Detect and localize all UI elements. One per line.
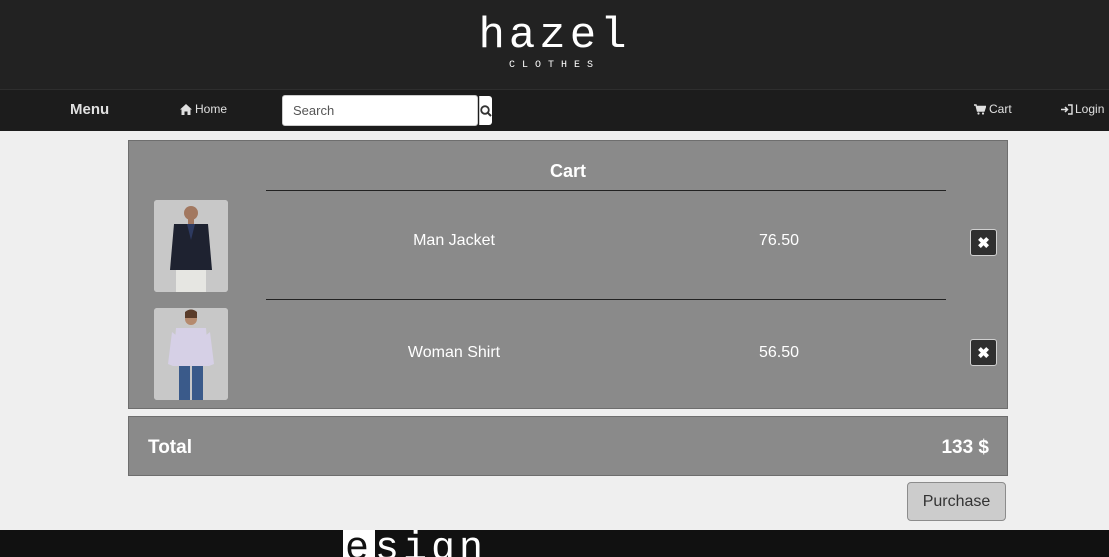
search-button[interactable]: [479, 96, 492, 125]
brand-name: hazel: [478, 11, 631, 61]
footer-brand: e sign: [343, 530, 487, 557]
total-panel: Total 133 $: [128, 416, 1008, 476]
total-label: Total: [148, 437, 192, 458]
search-icon: [480, 104, 492, 117]
login-icon: [1061, 103, 1073, 115]
cart-title: Cart: [549, 161, 586, 181]
home-link[interactable]: Home: [180, 102, 227, 116]
purchase-button[interactable]: Purchase: [907, 482, 1006, 521]
cart-item-price: 76.50: [758, 232, 800, 249]
navbar: Menu Home Cart Login: [0, 89, 1109, 131]
cart-item-name: Woman Shirt: [407, 344, 501, 361]
footer-brand-rest: sign: [375, 530, 488, 557]
cart-divider: [266, 190, 946, 191]
jacket-photo-icon: [154, 200, 228, 292]
brand-subtitle: CLOTHES: [508, 60, 600, 71]
login-label: Login: [1075, 102, 1105, 116]
close-icon: ✖: [977, 344, 990, 362]
cart-item-name: Man Jacket: [413, 232, 495, 249]
cart-panel: Cart Man Jacket 76.50 ✖ Woman Shirt 56.5…: [128, 140, 1008, 409]
home-label: Home: [195, 102, 228, 116]
menu-button[interactable]: Menu: [70, 101, 109, 118]
total-value: 133 $: [941, 437, 989, 458]
search-box: [282, 95, 492, 126]
brand-header: hazel CLOTHES: [0, 0, 1109, 89]
remove-item-button[interactable]: ✖: [970, 229, 997, 256]
cart-label: Cart: [989, 102, 1012, 116]
cart-item-price: 56.50: [758, 344, 800, 361]
footer: e sign: [0, 530, 1109, 557]
woman-shirt-image[interactable]: [154, 308, 228, 400]
cart-divider: [266, 299, 946, 300]
brand-logo[interactable]: hazel CLOTHES: [0, 14, 1109, 72]
shirt-photo-icon: [154, 308, 228, 400]
remove-item-button[interactable]: ✖: [970, 339, 997, 366]
man-jacket-image[interactable]: [154, 200, 228, 292]
cart-link[interactable]: Cart: [974, 102, 1012, 116]
close-icon: ✖: [977, 234, 990, 252]
cart-icon: [974, 103, 986, 115]
login-link[interactable]: Login: [1061, 102, 1104, 116]
home-icon: [180, 103, 192, 115]
search-input[interactable]: [283, 96, 479, 125]
footer-brand-first: e: [343, 530, 376, 557]
